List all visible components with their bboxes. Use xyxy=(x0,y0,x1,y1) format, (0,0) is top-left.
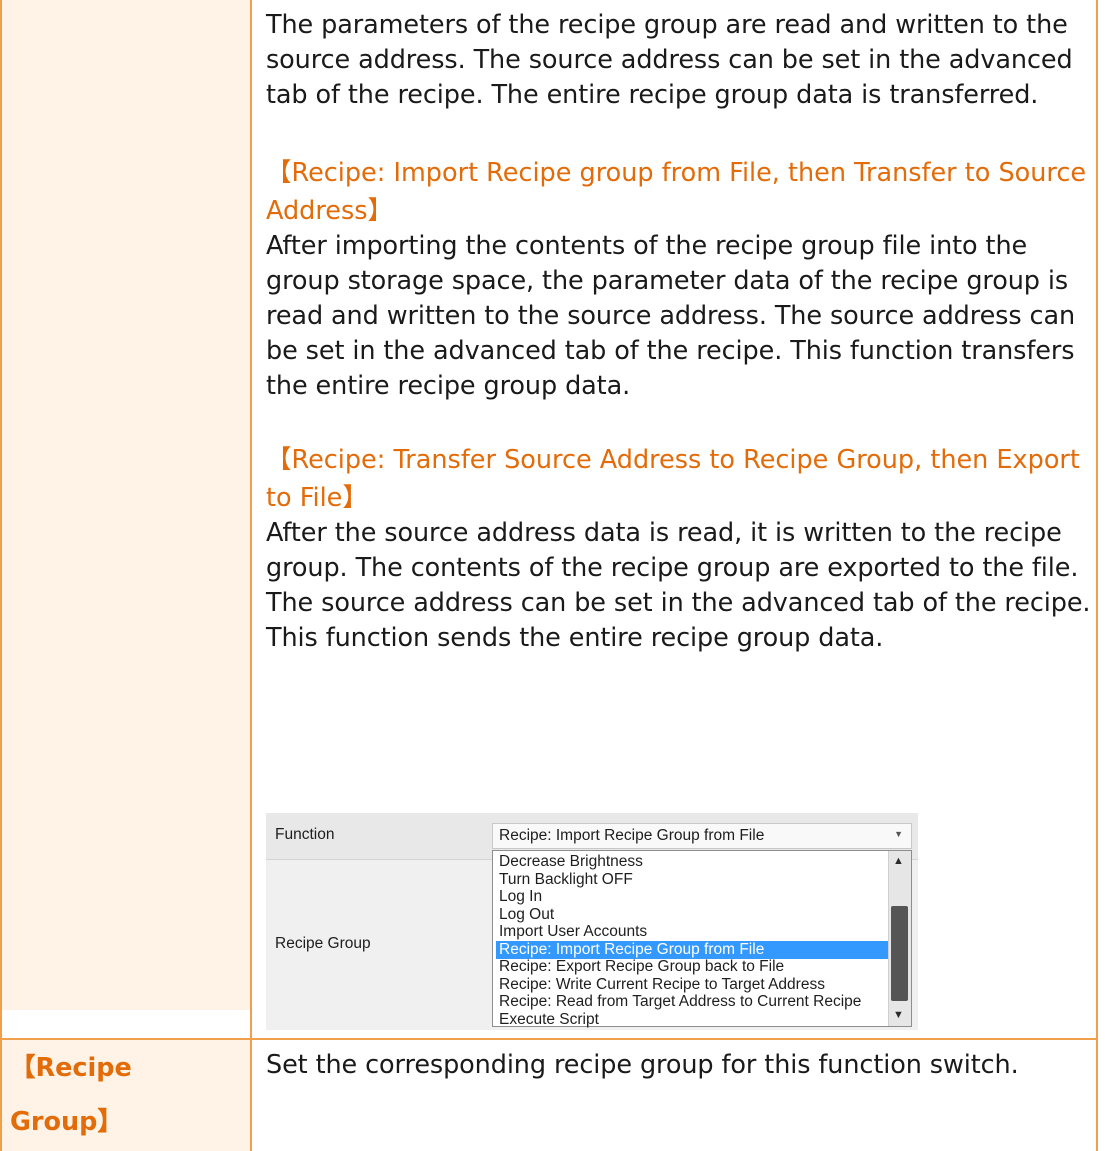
description-cell: The parameters of the recipe group are r… xyxy=(266,0,1096,656)
table-label-cell xyxy=(0,0,250,1010)
dropdown-scrollbar[interactable]: ▲ ▼ xyxy=(888,851,911,1026)
recipe-group-label-line2: Group】 xyxy=(10,1107,123,1137)
table-border-left-bottom xyxy=(0,1040,2,1151)
section1-heading-line1: 【Recipe: Import Recipe group from File, … xyxy=(266,158,1087,188)
section2-heading-line2: to File】 xyxy=(266,483,368,513)
table-border-right xyxy=(1096,0,1098,1151)
section1-heading-line2: Address】 xyxy=(266,196,394,226)
function-dropdown-screenshot: Function Recipe Group Recipe: Import Rec… xyxy=(266,813,918,1030)
section2-heading-line1: 【Recipe: Transfer Source Address to Reci… xyxy=(266,445,1080,475)
dropdown-option[interactable]: Import User Accounts xyxy=(496,923,888,941)
recipe-group-label-line1: 【Recipe xyxy=(10,1053,132,1083)
section2-body: After the source address data is read, i… xyxy=(266,518,1091,653)
dropdown-option[interactable]: Recipe: Read from Target Address to Curr… xyxy=(496,993,888,1011)
table-column-divider xyxy=(250,0,252,1151)
function-select[interactable]: Recipe: Import Recipe Group from File ▼ xyxy=(492,823,912,849)
chevron-down-icon[interactable]: ▼ xyxy=(894,829,903,839)
parameter-table: The parameters of the recipe group are r… xyxy=(0,0,1105,1151)
dropdown-option[interactable]: Execute Script xyxy=(496,1011,888,1029)
function-label: Function xyxy=(275,826,335,843)
dropdown-option[interactable]: Turn Backlight OFF xyxy=(496,871,888,889)
dropdown-option[interactable]: Log In xyxy=(496,888,888,906)
dropdown-option[interactable]: Recipe: Export Recipe Group back to File xyxy=(496,958,888,976)
scroll-up-icon[interactable]: ▲ xyxy=(893,855,904,867)
dropdown-option[interactable]: Decrease Brightness xyxy=(496,853,888,871)
recipe-group-label: Recipe Group xyxy=(275,935,371,952)
function-select-value: Recipe: Import Recipe Group from File xyxy=(499,827,765,844)
dropdown-option-highlighted[interactable]: Recipe: Import Recipe Group from File xyxy=(496,940,888,959)
table-column-divider-bottom xyxy=(250,1040,252,1151)
scroll-down-icon[interactable]: ▼ xyxy=(893,1009,904,1021)
scrollbar-thumb[interactable] xyxy=(891,906,908,1001)
dropdown-option[interactable]: Recipe: Write Current Recipe to Target A… xyxy=(496,976,888,994)
function-dropdown-list[interactable]: Decrease Brightness Turn Backlight OFF L… xyxy=(492,850,912,1029)
table-border-left xyxy=(0,0,2,1151)
recipe-group-description: Set the corresponding recipe group for t… xyxy=(266,1050,1019,1080)
dropdown-option[interactable]: Log Out xyxy=(496,906,888,924)
intro-paragraph: The parameters of the recipe group are r… xyxy=(266,10,1073,110)
section1-body: After importing the contents of the reci… xyxy=(266,231,1076,401)
